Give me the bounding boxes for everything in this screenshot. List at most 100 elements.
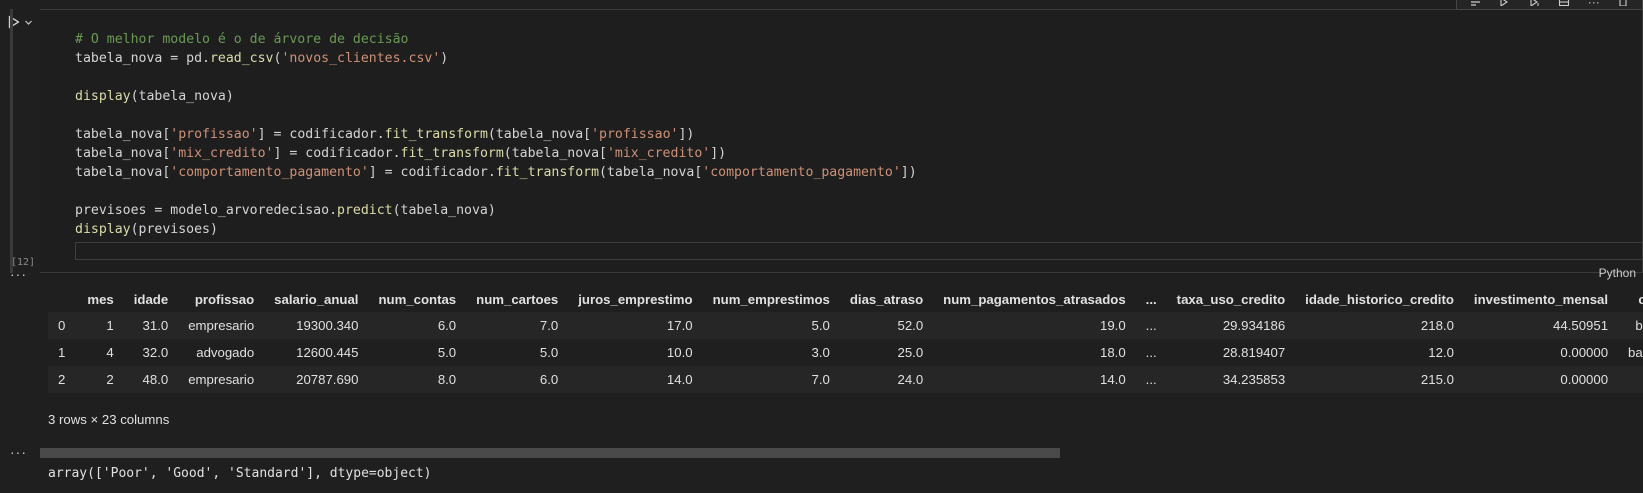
code-line[interactable]: tabela_nova = pd.read_csv('novos_cliente…: [75, 49, 917, 68]
table-cell: 5.0: [811, 318, 830, 333]
table-cell: 28.819407: [1222, 345, 1286, 360]
table-cell: baixo_: [1618, 366, 1643, 393]
more-actions-icon[interactable]: ···: [1587, 0, 1601, 8]
cell-toolbar: ···: [1456, 0, 1643, 10]
output-more-icon[interactable]: ···: [10, 266, 27, 282]
code-token: tabela_nova[: [75, 127, 171, 142]
code-token: (tabela_nova): [392, 203, 496, 218]
code-token: fit_transform: [384, 127, 488, 142]
table-cell: 6.0: [539, 372, 559, 387]
code-token: (previsoes): [130, 222, 218, 237]
table-cell: 2: [106, 372, 114, 387]
code-token: ] = codificador.: [368, 165, 496, 180]
code-token: previsoes = modelo_arvoredecisao.: [75, 203, 338, 218]
notebook-view: # O melhor modelo é o de árvore de decis…: [0, 0, 1643, 493]
code-line[interactable]: [75, 106, 917, 125]
column-header: num_contas: [378, 291, 457, 307]
table-cell: 5.0: [539, 345, 559, 360]
table-cell: advogado: [196, 345, 255, 360]
dataframe-table: mes idade profissao salario_anual num_contas…: [48, 286, 1643, 393]
table-cell: ...: [1145, 372, 1157, 387]
table-row: 0 1 31.0 empresario 19300.340 6.0 7.0 17.0 5.0 52…: [48, 312, 1643, 339]
column-header: num_cartoes: [476, 291, 559, 307]
code-token: 'novos_clientes.csv': [281, 51, 441, 66]
table-cell: 20787.690: [296, 372, 359, 387]
horizontal-scrollbar[interactable]: [40, 448, 1060, 458]
table-cell: 34.235853: [1222, 372, 1286, 387]
delete-cell-icon[interactable]: [1616, 0, 1630, 7]
split-cell-icon[interactable]: [1557, 0, 1571, 7]
table-cell: 32.0: [142, 345, 169, 360]
code-token: 'profissao': [591, 127, 679, 142]
output-more-icon-2[interactable]: ···: [10, 444, 27, 460]
column-header: juros_emprestimo: [578, 291, 693, 307]
dataframe-shape: 3 rows × 23 columns: [48, 412, 170, 427]
code-token: 'profissao': [170, 127, 258, 142]
execute-below-icon[interactable]: [1528, 0, 1542, 7]
table-cell: 52.0: [897, 318, 924, 333]
code-line[interactable]: [75, 68, 917, 87]
table-cell: 8.0: [437, 372, 457, 387]
code-token: (tabela_nova[: [599, 165, 703, 180]
code-token: 'comportamento_pagamento': [170, 165, 369, 180]
table-cell: 5.0: [437, 345, 457, 360]
table-cell: 6.0: [437, 318, 457, 333]
table-cell: ...: [1145, 345, 1157, 360]
code-line[interactable]: tabela_nova['comportamento_pagamento'] =…: [75, 163, 917, 182]
column-header: num_emprestimos: [712, 291, 830, 307]
code-line[interactable]: tabela_nova['profissao'] = codificador.f…: [75, 125, 917, 144]
chevron-down-icon[interactable]: [24, 18, 33, 27]
table-cell: 24.0: [897, 372, 924, 387]
table-cell: 48.0: [142, 372, 169, 387]
table-cell: 7.0: [539, 318, 559, 333]
code-token: display: [75, 222, 131, 237]
code-line[interactable]: previsoes = modelo_arvoredecisao.predict…: [75, 201, 917, 220]
code-token: 'mix_credito': [606, 146, 711, 161]
column-header: profissao: [194, 291, 255, 307]
table-cell: 12600.445: [296, 345, 359, 360]
column-header: dias_atraso: [849, 291, 924, 307]
table-cell: 215.0: [1420, 372, 1454, 387]
row-index: 1: [58, 345, 66, 360]
table-cell: 0.00000: [1560, 345, 1609, 360]
table-cell: 4: [106, 345, 114, 360]
column-header: idade_historico_credito: [1305, 291, 1454, 307]
code-token: tabela_nova = pd.: [75, 51, 210, 66]
code-token: ): [440, 51, 449, 66]
current-line-highlight[interactable]: [75, 242, 1643, 260]
cell-language-label[interactable]: Python: [1599, 266, 1636, 280]
column-header: taxa_uso_credito: [1176, 291, 1286, 307]
column-header: mes: [87, 291, 114, 307]
table-cell: 3.0: [811, 345, 830, 360]
table-cell: 7.0: [811, 372, 830, 387]
table-cell: 14.0: [1100, 372, 1126, 387]
column-header: salario_anual: [274, 291, 359, 307]
code-line[interactable]: display(previsoes): [75, 220, 917, 239]
code-line[interactable]: [75, 182, 917, 201]
code-cell[interactable]: # O melhor modelo é o de árvore de decis…: [10, 9, 1643, 280]
column-header: idade: [133, 291, 169, 307]
run-by-line-icon[interactable]: [1469, 0, 1483, 7]
code-token: # O melhor modelo é o de árvore de decis…: [75, 32, 409, 47]
code-editor[interactable]: # O melhor modelo é o de árvore de decis…: [75, 30, 917, 239]
column-header: [48, 286, 77, 312]
column-header: investimento_mensal: [1473, 291, 1609, 307]
code-token: read_csv: [209, 51, 274, 66]
code-token: ]): [678, 127, 695, 142]
table-cell: 0.00000: [1560, 372, 1609, 387]
table-cell: 18.0: [1100, 345, 1126, 360]
code-line[interactable]: display(tabela_nova): [75, 87, 917, 106]
table-cell: baixo_ga: [1628, 345, 1643, 360]
table-cell: ...: [1145, 318, 1157, 333]
table-cell: 29.934186: [1222, 318, 1286, 333]
code-token: (tabela_nova[: [487, 127, 592, 142]
table-cell: 31.0: [142, 318, 169, 333]
code-line[interactable]: tabela_nova['mix_credito'] = codificador…: [75, 144, 917, 163]
code-line[interactable]: # O melhor modelo é o de árvore de decis…: [75, 30, 917, 49]
code-token: (tabela_nova[: [503, 146, 607, 161]
row-index: 0: [58, 318, 66, 333]
code-token: predict: [337, 203, 393, 218]
execute-above-icon[interactable]: [1498, 0, 1512, 7]
column-header: compo: [1638, 291, 1643, 307]
array-output: array(['Poor', 'Good', 'Standard'], dtyp…: [48, 466, 432, 481]
